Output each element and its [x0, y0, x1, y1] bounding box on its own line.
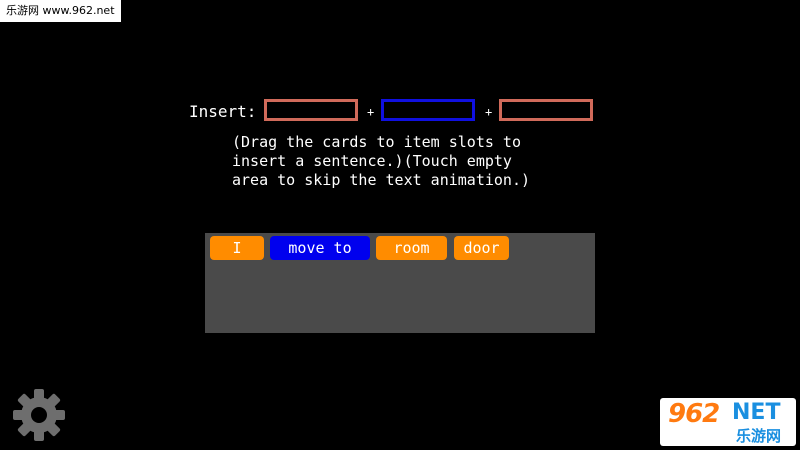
- card-i[interactable]: I: [210, 236, 264, 260]
- card-door[interactable]: door: [454, 236, 509, 260]
- item-slot-3[interactable]: [499, 99, 593, 121]
- card-room[interactable]: room: [376, 236, 447, 260]
- logo-number: 962: [668, 399, 720, 429]
- plus-sign-2: +: [485, 105, 493, 119]
- site-logo: 962 NET 乐游网: [660, 398, 796, 446]
- instructions-text: (Drag the cards to item slots to insert …: [232, 133, 531, 189]
- watermark-banner: 乐游网 www.962.net: [0, 0, 121, 22]
- item-slot-2[interactable]: [381, 99, 475, 121]
- item-slot-1[interactable]: [264, 99, 358, 121]
- card-move-to[interactable]: move to: [270, 236, 370, 260]
- plus-sign-1: +: [367, 105, 375, 119]
- logo-net: NET: [732, 400, 781, 425]
- gear-icon[interactable]: [10, 388, 68, 442]
- insert-label: Insert:: [189, 102, 257, 121]
- logo-cn: 乐游网: [736, 427, 782, 445]
